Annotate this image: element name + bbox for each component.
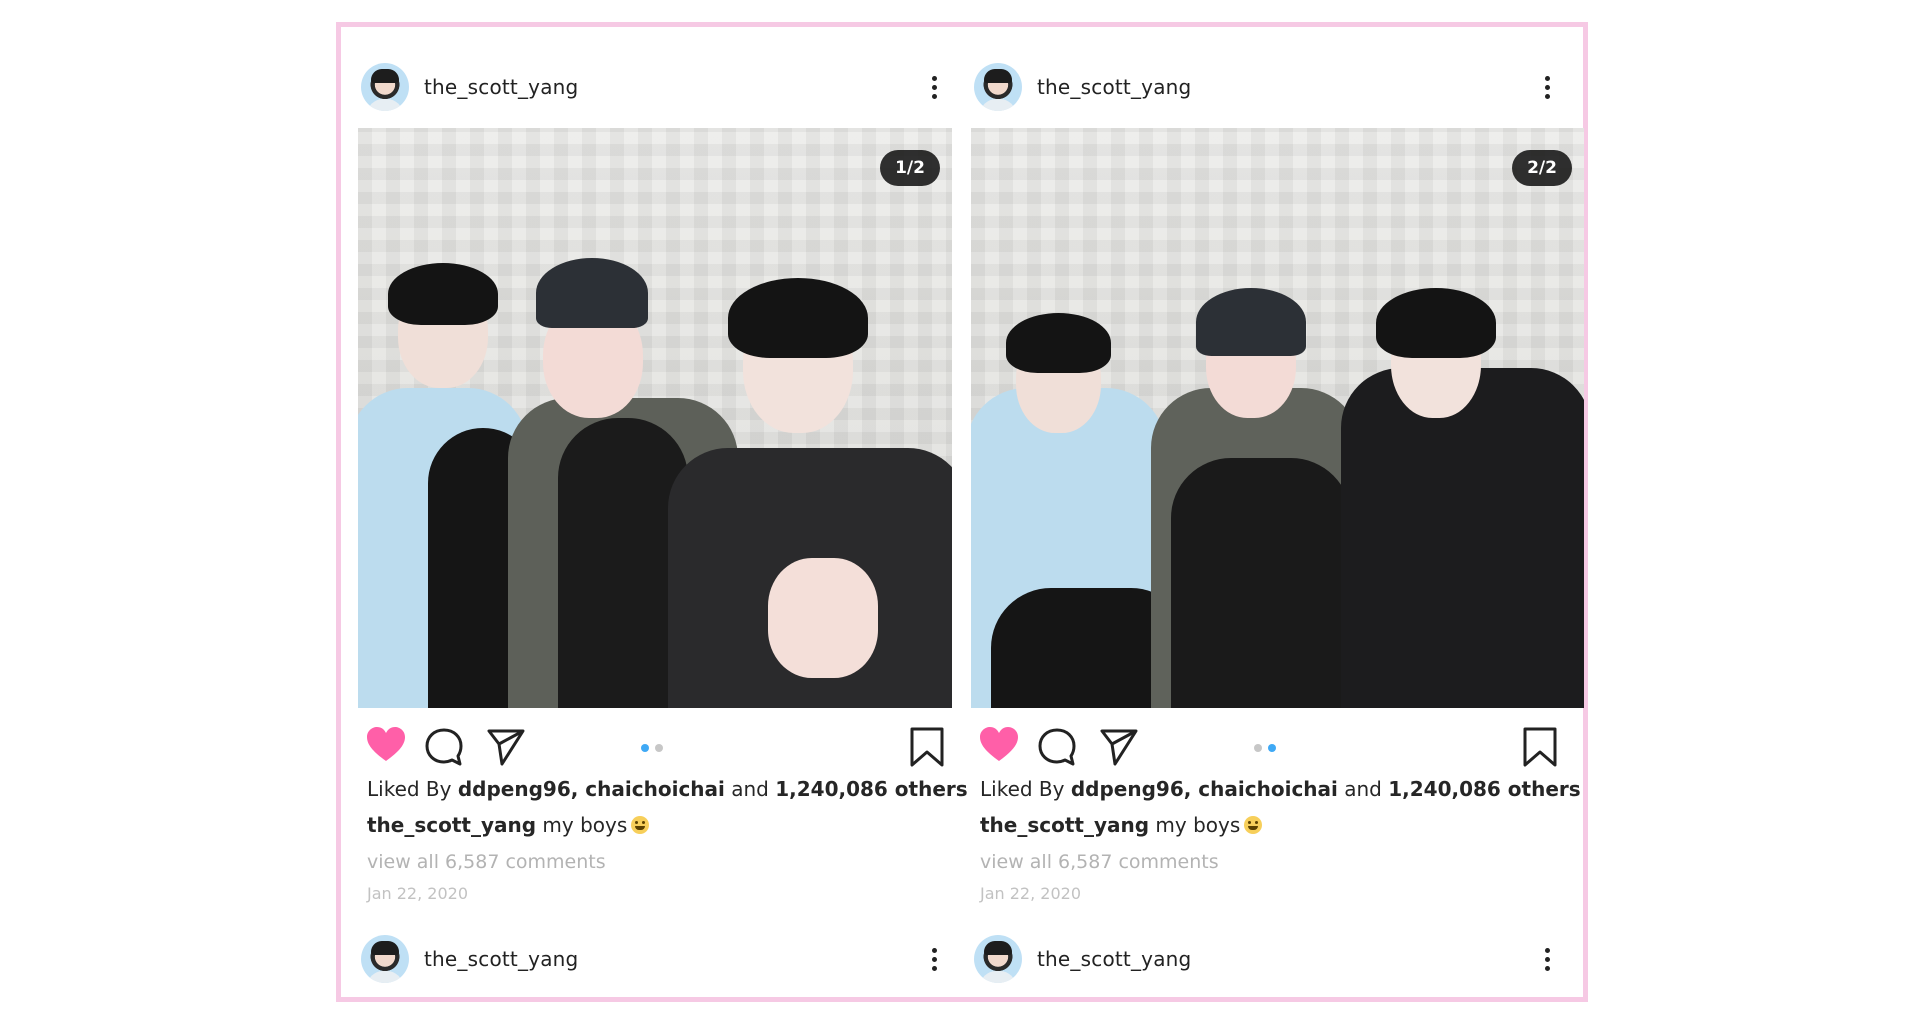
avatar[interactable] <box>361 63 409 111</box>
likes-prefix: Liked By <box>980 777 1071 801</box>
heart-icon[interactable] <box>979 727 1019 763</box>
person-1-hair <box>388 263 498 325</box>
slide-counter: 2/2 <box>1512 150 1572 186</box>
likes-and: and <box>1337 777 1389 801</box>
liked-users[interactable]: ddpeng96, chaichoichai <box>1071 777 1338 801</box>
caption-line: the_scott_yang my boys <box>980 813 1263 837</box>
more-vertical-icon[interactable] <box>924 69 944 105</box>
person-2-beanie <box>1196 288 1306 356</box>
view-comments-link[interactable]: view all 6,587 comments <box>367 851 606 873</box>
next-post-header: the_scott_yang <box>971 935 1571 985</box>
comment-icon[interactable] <box>424 727 464 767</box>
post-header: the_scott_yang <box>971 63 1571 113</box>
post-username[interactable]: the_scott_yang <box>424 75 578 99</box>
post-username[interactable]: the_scott_yang <box>1037 75 1191 99</box>
person-2-pants <box>1171 458 1351 708</box>
grinning-face-emoji <box>1244 816 1263 834</box>
post-username[interactable]: the_scott_yang <box>424 947 578 971</box>
likes-line: Liked By ddpeng96, chaichoichai and 1,24… <box>980 777 1581 801</box>
person-1-hair <box>1006 313 1111 373</box>
posts-frame: the_scott_yang 1/2 Liked By ddpeng96, ch… <box>336 22 1588 1002</box>
carousel-dots <box>641 744 663 752</box>
send-icon[interactable] <box>1099 727 1139 767</box>
heart-icon[interactable] <box>366 727 406 763</box>
post-photo[interactable]: 2/2 <box>971 128 1584 708</box>
more-vertical-icon[interactable] <box>924 941 944 977</box>
more-vertical-icon[interactable] <box>1537 941 1557 977</box>
liked-users[interactable]: ddpeng96, chaichoichai <box>458 777 725 801</box>
post-actions <box>358 727 958 771</box>
grinning-face-emoji <box>631 816 650 834</box>
person-3-jacket <box>1341 368 1584 708</box>
bookmark-icon[interactable] <box>1523 727 1557 767</box>
carousel-dot <box>1268 744 1276 752</box>
person-2-beanie <box>536 258 648 328</box>
caption-text: my boys <box>536 813 628 837</box>
post-actions <box>971 727 1571 771</box>
caption-username[interactable]: the_scott_yang <box>367 813 536 837</box>
carousel-dot <box>641 744 649 752</box>
person-3-hair <box>1376 288 1496 358</box>
view-comments-link[interactable]: view all 6,587 comments <box>980 851 1219 873</box>
liked-others[interactable]: 1,240,086 others <box>775 777 967 801</box>
post-header: the_scott_yang <box>358 63 958 113</box>
more-vertical-icon[interactable] <box>1537 69 1557 105</box>
person-3-hand <box>768 558 878 678</box>
likes-and: and <box>724 777 776 801</box>
caption-username[interactable]: the_scott_yang <box>980 813 1149 837</box>
post-photo[interactable]: 1/2 <box>358 128 952 708</box>
carousel-dots <box>1254 744 1276 752</box>
person-3-hair <box>728 278 868 358</box>
liked-others[interactable]: 1,240,086 others <box>1388 777 1580 801</box>
next-post-header: the_scott_yang <box>358 935 958 985</box>
caption-text: my boys <box>1149 813 1241 837</box>
slide-counter: 1/2 <box>880 150 940 186</box>
send-icon[interactable] <box>486 727 526 767</box>
carousel-dot <box>1254 744 1262 752</box>
likes-prefix: Liked By <box>367 777 458 801</box>
comment-icon[interactable] <box>1037 727 1077 767</box>
post-username[interactable]: the_scott_yang <box>1037 947 1191 971</box>
post-date: Jan 22, 2020 <box>367 884 468 903</box>
avatar[interactable] <box>974 935 1022 983</box>
bookmark-icon[interactable] <box>910 727 944 767</box>
likes-line: Liked By ddpeng96, chaichoichai and 1,24… <box>367 777 968 801</box>
carousel-dot <box>655 744 663 752</box>
caption-line: the_scott_yang my boys <box>367 813 650 837</box>
avatar[interactable] <box>974 63 1022 111</box>
avatar[interactable] <box>361 935 409 983</box>
post-date: Jan 22, 2020 <box>980 884 1081 903</box>
